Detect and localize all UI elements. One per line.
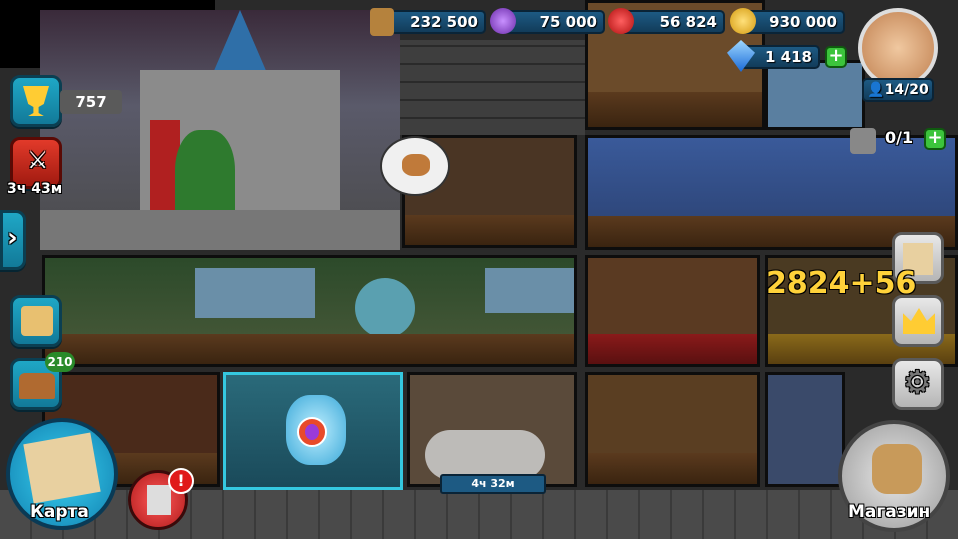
rook-icon [147,485,171,515]
chevron-right-icon: › [7,223,18,253]
apple-icon [608,8,634,34]
war-map-2 [485,268,574,313]
food-bar: 56 824 [620,10,725,34]
training-room[interactable] [407,372,577,487]
food-request-bubble[interactable] [380,136,450,196]
settings-button[interactable]: ⚙ [892,358,944,410]
gold-count: 930 000 [769,13,837,31]
population-count: 14/20 [884,82,929,98]
treasure-chest-icon [19,373,55,399]
trophy-button[interactable] [10,75,62,127]
magic-drop-icon [490,8,516,34]
floating-gold-gain: 2824+56 [766,266,917,301]
quest-scroll-icon [21,306,53,336]
expand-panel-button[interactable]: › [0,210,26,270]
alert-badge: ! [168,468,194,494]
castle-battlement [40,210,400,250]
war-map [195,268,315,318]
chest-count-badge: 210 [45,352,75,372]
crossed-swords-icon: ⚔ [27,146,49,174]
wood-count: 232 500 [410,13,478,31]
food-count: 56 824 [659,13,717,31]
dust-cloud [425,430,545,480]
battle-timer: 3ч 43м [7,181,63,197]
collect-magic-button[interactable] [297,417,327,447]
gems-bar: 1 418 [740,45,820,69]
treasure-map-icon [23,432,101,504]
builder-hammer-icon [850,128,876,154]
forge-room[interactable] [585,255,760,367]
training-timer: 4ч 32м [440,474,546,494]
gems-count: 1 418 [765,48,812,66]
money-bag-icon [872,444,922,494]
war-room[interactable] [42,255,577,367]
builders-count: 0/1 [885,128,914,147]
buy-gems-button[interactable]: + [825,46,847,68]
wood-icon [370,8,394,36]
alchemy-room[interactable] [765,372,845,487]
add-builder-button[interactable]: + [924,128,946,150]
gold-coin-icon [730,8,756,34]
brick-wall [400,40,585,135]
globe [355,278,415,338]
drumstick-icon [402,154,430,176]
map-label: Карта [30,502,89,522]
bath-room[interactable] [765,60,865,130]
trophy-icon [23,86,49,116]
magic-bar: 75 000 [505,10,605,34]
wood-bar: 232 500 [388,10,486,34]
gear-icon: ⚙ [903,363,932,401]
trophy-count: 757 [60,90,122,114]
magic-count: 75 000 [539,13,597,31]
population-icon: 👤 [867,82,885,98]
storage-room[interactable] [585,372,760,487]
ranking-button[interactable] [892,295,944,347]
quests-button[interactable] [10,295,62,347]
castle-tower[interactable] [40,10,400,250]
population-bar: 👤14/20 [862,78,934,102]
crown-icon [903,308,935,334]
shop-label: Магазин [848,502,931,522]
player-avatar[interactable] [858,8,938,88]
magic-drop-icon-small [305,424,319,440]
